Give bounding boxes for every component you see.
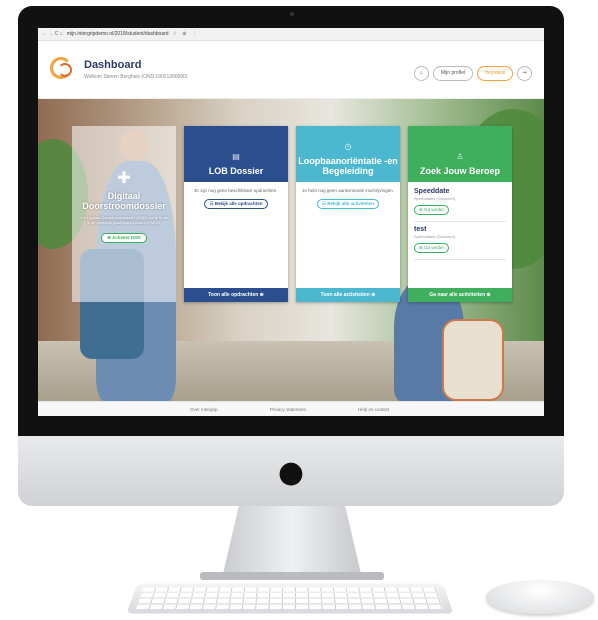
item-title: test	[414, 226, 427, 233]
ddd-text: Het Digitaal Doorstroomdossier (DDD) vul…	[79, 215, 169, 225]
loopbaan-title: Loopbaanoriëntatie -en Begeleiding	[298, 156, 398, 176]
address-bar[interactable]: mijn.intergripdemo.nl/2018/student/dashb…	[67, 31, 169, 37]
beroep-body: Speeddate Speeddates (Gesloten) ⊕ Ga ver…	[408, 182, 512, 288]
intergrip-logo[interactable]	[50, 55, 78, 83]
loopbaan-card: ◷ Loopbaanoriëntatie -en Begeleiding Je …	[296, 126, 400, 302]
continue-button[interactable]: ⊕ Ga verder	[414, 205, 450, 215]
view-assignments-button[interactable]: ☷ Bekijk alle opdrachten	[204, 199, 268, 209]
hero-background: ✚ Digitaal Doorstroomdossier Het Digitaa…	[38, 99, 544, 401]
browser-bar: ← → C ⌂ mijn.intergripdemo.nl/2018/stude…	[38, 28, 544, 41]
list-item: test Speeddates (Gesloten) ⊕ Ga verder	[414, 222, 506, 260]
imac-stand	[222, 506, 362, 578]
plus-icon: ✚	[117, 168, 131, 187]
camera	[290, 12, 294, 16]
privacy-link[interactable]: Privacy statement	[270, 407, 306, 412]
document-icon: ▤	[232, 152, 240, 161]
app-header: Dashboard Welkom Steven Berghuis (ONS 19…	[38, 41, 544, 99]
all-activities-link[interactable]: Ga naar alle activiteiten ⊕	[408, 288, 512, 302]
page-title: Dashboard	[84, 59, 142, 71]
lob-title: LOB Dossier	[208, 166, 264, 176]
item-subtitle: Speeddates (Gesloten)	[414, 196, 456, 201]
continue-button[interactable]: ⊕ Ga verder	[414, 243, 450, 253]
show-activities-link[interactable]: Toon alle activiteiten ⊕	[296, 288, 400, 302]
home-icon[interactable]: ⌂	[414, 66, 429, 81]
keyboard	[126, 583, 454, 614]
screen: ← → C ⌂ mijn.intergripdemo.nl/2018/stude…	[38, 28, 544, 416]
backpack-right	[442, 319, 504, 401]
beroep-card-header: ♙ Zoek Jouw Beroep	[408, 126, 512, 182]
loopbaan-body: Je hebt nog geen aankomende inschrijving…	[296, 182, 400, 288]
lob-card-header: ▤ LOB Dossier	[184, 126, 288, 182]
helpdesk-button[interactable]: Helpdesk	[477, 66, 513, 81]
welcome-text: Welkom Steven Berghuis (ONS 19001390000)	[84, 74, 188, 80]
browser-nav-icons[interactable]: ← → C ⌂	[42, 31, 63, 37]
about-link[interactable]: Over Intergrip	[190, 407, 218, 412]
help-link[interactable]: Help en contact	[358, 407, 389, 412]
person-icon: ♙	[456, 152, 464, 161]
apple-logo-icon: ●	[277, 455, 305, 490]
mouse	[486, 580, 594, 614]
ddd-card: ✚ Digitaal Doorstroomdossier Het Digitaa…	[72, 126, 176, 302]
logout-icon[interactable]: ⇥	[517, 66, 532, 81]
loopbaan-card-header: ◷ Loopbaanoriëntatie -en Begeleiding	[296, 126, 400, 182]
beroep-card: ♙ Zoek Jouw Beroep Speeddate Speeddates …	[408, 126, 512, 302]
profile-button[interactable]: Mijn profiel	[433, 66, 473, 81]
loopbaan-text: Je hebt nog geen aankomende inschrijving…	[302, 188, 394, 193]
beroep-title: Zoek Jouw Beroep	[419, 166, 500, 176]
imac-scene: ← → C ⌂ mijn.intergripdemo.nl/2018/stude…	[0, 0, 598, 620]
item-title: Speeddate	[414, 188, 450, 195]
view-activities-button[interactable]: ☷ Bekijk alle activiteiten	[316, 199, 380, 209]
browser-menu-icons[interactable]: ☆ ⊕ ⋮	[173, 31, 199, 37]
activate-ddd-button[interactable]: ⊕ Activeer DDD	[101, 233, 147, 243]
lob-text: Er zijn nog geen beschikbare opdrachten.	[194, 188, 278, 193]
imac-stand-foot	[200, 572, 384, 580]
lob-body: Er zijn nog geen beschikbare opdrachten.…	[184, 182, 288, 288]
ddd-title: Digitaal Doorstroomdossier	[82, 191, 166, 211]
list-item: Speeddate Speeddates (Gesloten) ⊕ Ga ver…	[414, 184, 506, 222]
clock-icon: ◷	[344, 142, 352, 151]
footer: Over Intergrip Privacy statement Help en…	[38, 401, 544, 416]
lob-card: ▤ LOB Dossier Er zijn nog geen beschikba…	[184, 126, 288, 302]
show-assignments-link[interactable]: Toon alle opdrachten ⊕	[184, 288, 288, 302]
item-subtitle: Speeddates (Gesloten)	[414, 234, 456, 239]
